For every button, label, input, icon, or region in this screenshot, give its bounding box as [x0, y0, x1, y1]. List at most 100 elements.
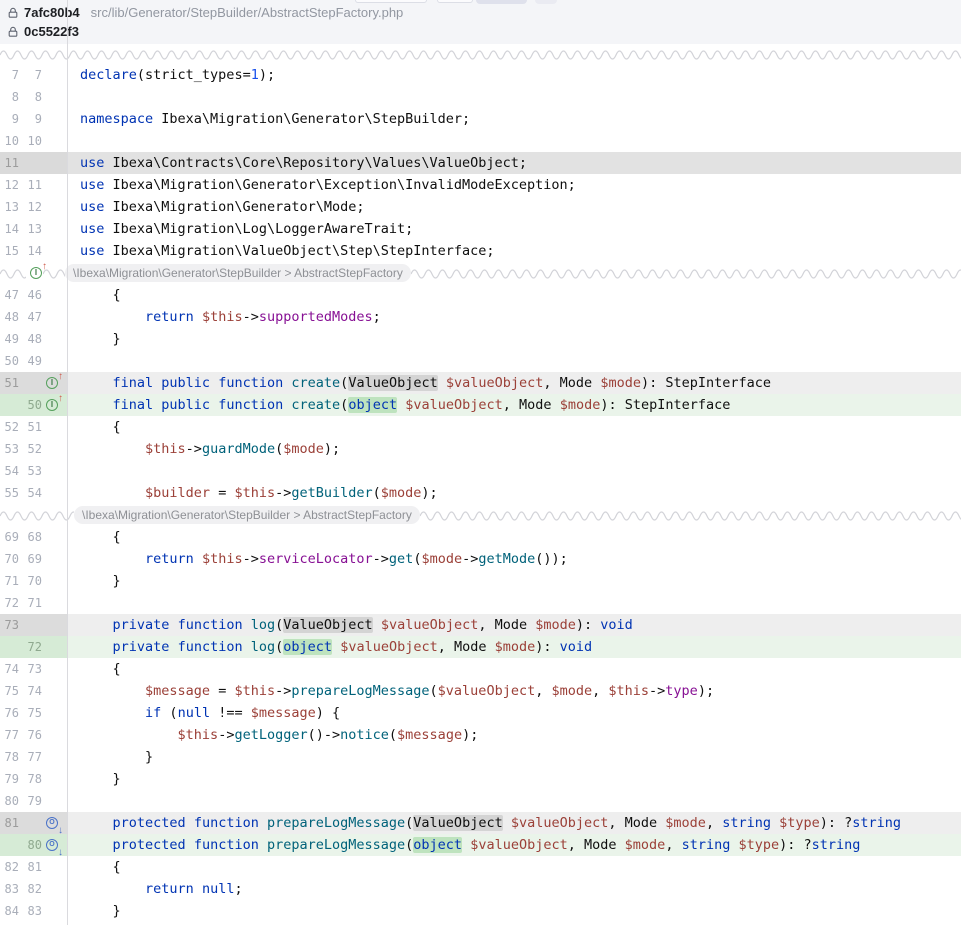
- code-line-text[interactable]: use Ibexa\Migration\Generator\Mode;: [67, 196, 961, 218]
- code-token: public: [161, 375, 210, 391]
- line-number-new: 8: [24, 86, 42, 108]
- overridden-method-icon-ring: O: [46, 839, 58, 851]
- wavy-separator: [411, 267, 961, 279]
- line-number-old: 79: [2, 768, 19, 790]
- code-line-text[interactable]: $message = $this->prepareLogMessage($val…: [67, 680, 961, 702]
- code-line-text[interactable]: }: [67, 328, 961, 350]
- line-gutter: 1211: [0, 174, 67, 196]
- implements-method-icon[interactable]: I↑: [46, 377, 59, 390]
- code-line-text[interactable]: $this->getLogger()->notice($message);: [67, 724, 961, 746]
- code-token: $mode: [381, 485, 422, 501]
- implements-method-icon[interactable]: I↑: [46, 399, 59, 412]
- code-line-text[interactable]: [67, 592, 961, 614]
- code-line-text[interactable]: [67, 86, 961, 108]
- diff-line: 7776 $this->getLogger()->notice($message…: [0, 724, 961, 746]
- code-token: Ibexa\Migration\ValueObject\Step\StepInt…: [104, 243, 494, 259]
- code-line-text[interactable]: use Ibexa\Migration\Log\LoggerAwareTrait…: [67, 218, 961, 240]
- code-token: final: [113, 397, 154, 413]
- code-token: [243, 617, 251, 633]
- line-gutter: 7877: [0, 746, 67, 768]
- line-number-old: 10: [2, 130, 19, 152]
- code-token: [730, 837, 738, 853]
- code-line-text[interactable]: private function log(ValueObject $valueO…: [67, 614, 961, 636]
- code-token: string: [722, 815, 771, 831]
- diff-line: 7170 }: [0, 570, 961, 592]
- code-line-text[interactable]: $builder = $this->getBuilder($mode);: [67, 482, 961, 504]
- code-token: {: [80, 529, 121, 545]
- code-line-text[interactable]: [67, 460, 961, 482]
- diff-line: 7675 if (null !== $message) {: [0, 702, 961, 724]
- code-line-text[interactable]: return $this->supportedModes;: [67, 306, 961, 328]
- code-line-text[interactable]: }: [67, 768, 961, 790]
- line-gutter: 1514: [0, 240, 67, 262]
- code-line-text[interactable]: [67, 130, 961, 152]
- code-line-text[interactable]: [67, 790, 961, 812]
- collapsed-region-separator[interactable]: \Ibexa\Migration\Generator\StepBuilder >…: [0, 504, 961, 526]
- code-token: );: [421, 485, 437, 501]
- overridden-method-icon[interactable]: O↓: [46, 839, 59, 852]
- code-line-text[interactable]: protected function prepareLogMessage(Val…: [67, 812, 961, 834]
- line-gutter: 8483: [0, 900, 67, 922]
- code-line-text[interactable]: use Ibexa\Migration\Generator\Exception\…: [67, 174, 961, 196]
- code-line-text[interactable]: final public function create(object $val…: [67, 394, 961, 416]
- code-line-text[interactable]: return $this->serviceLocator->get($mode-…: [67, 548, 961, 570]
- code-token: function: [218, 375, 283, 391]
- code-line-text[interactable]: }: [67, 746, 961, 768]
- code-line-text[interactable]: {: [67, 526, 961, 548]
- code-line-text[interactable]: use Ibexa\Migration\ValueObject\Step\Ste…: [67, 240, 961, 262]
- implements-method-icon-arrow: ↑: [58, 372, 63, 381]
- code-line-text[interactable]: {: [67, 658, 961, 680]
- revision-header: 7afc80b4 src/lib/Generator/StepBuilder/A…: [0, 0, 961, 44]
- code-token: serviceLocator: [259, 551, 373, 567]
- code-line-text[interactable]: protected function prepareLogMessage(obj…: [67, 834, 961, 856]
- code-line-text[interactable]: final public function create(ValueObject…: [67, 372, 961, 394]
- breadcrumb-pill[interactable]: \Ibexa\Migration\Generator\StepBuilder >…: [65, 264, 411, 282]
- code-line-text[interactable]: if (null !== $message) {: [67, 702, 961, 724]
- code-line-text[interactable]: return null;: [67, 878, 961, 900]
- code-token: }: [80, 903, 121, 919]
- code-line-text[interactable]: }: [67, 900, 961, 922]
- cutoff-toolbar-element: [355, 0, 427, 3]
- code-line-text[interactable]: namespace Ibexa\Migration\Generator\Step…: [67, 108, 961, 130]
- code-token: $valueObject: [511, 815, 609, 831]
- collapsed-region-separator[interactable]: I↑ \Ibexa\Migration\Generator\StepBuilder…: [0, 262, 961, 284]
- lock-icon: [7, 26, 19, 38]
- code-line-text[interactable]: {: [67, 284, 961, 306]
- code-line-text[interactable]: use Ibexa\Contracts\Core\Repository\Valu…: [67, 152, 961, 174]
- diff-line: 6968 {: [0, 526, 961, 548]
- code-line-text[interactable]: }: [67, 570, 961, 592]
- code-token: private: [113, 639, 170, 655]
- collapsed-region-separator[interactable]: [0, 44, 961, 64]
- code-token: [259, 815, 267, 831]
- line-number-new: 81: [24, 856, 42, 878]
- code-token: $valueObject: [438, 683, 536, 699]
- code-token: $message: [397, 727, 462, 743]
- implements-method-icon[interactable]: I↑: [30, 267, 43, 280]
- code-line-text[interactable]: private function log(object $valueObject…: [67, 636, 961, 658]
- line-number-new: 79: [24, 790, 42, 812]
- code-token: guardMode: [202, 441, 275, 457]
- code-token: $this: [145, 441, 186, 457]
- code-line-text[interactable]: $this->guardMode($mode);: [67, 438, 961, 460]
- breadcrumb-pill[interactable]: \Ibexa\Migration\Generator\StepBuilder >…: [74, 506, 420, 524]
- code-token: , Mode: [568, 837, 625, 853]
- code-token: , Mode: [543, 375, 600, 391]
- code-token: ValueObject: [413, 815, 502, 831]
- code-token: {: [80, 859, 121, 875]
- overridden-method-icon[interactable]: O↓: [46, 817, 59, 830]
- line-number-old: 8: [2, 86, 19, 108]
- line-gutter: 6968: [0, 526, 67, 548]
- code-line-text[interactable]: declare(strict_types=1);: [67, 64, 961, 86]
- line-number-new: 52: [24, 438, 42, 460]
- code-line-text[interactable]: {: [67, 856, 961, 878]
- code-line-text[interactable]: {: [67, 416, 961, 438]
- code-token: ): StepInterface: [641, 375, 771, 391]
- code-line-text[interactable]: [67, 350, 961, 372]
- diff-line: 88: [0, 86, 961, 108]
- diff-line: 7574 $message = $this->prepareLogMessage…: [0, 680, 961, 702]
- code-token: $type: [779, 815, 820, 831]
- line-number-old: 83: [2, 878, 19, 900]
- diff-line: 7978 }: [0, 768, 961, 790]
- code-token: , Mode: [438, 639, 495, 655]
- line-number-new: 68: [24, 526, 42, 548]
